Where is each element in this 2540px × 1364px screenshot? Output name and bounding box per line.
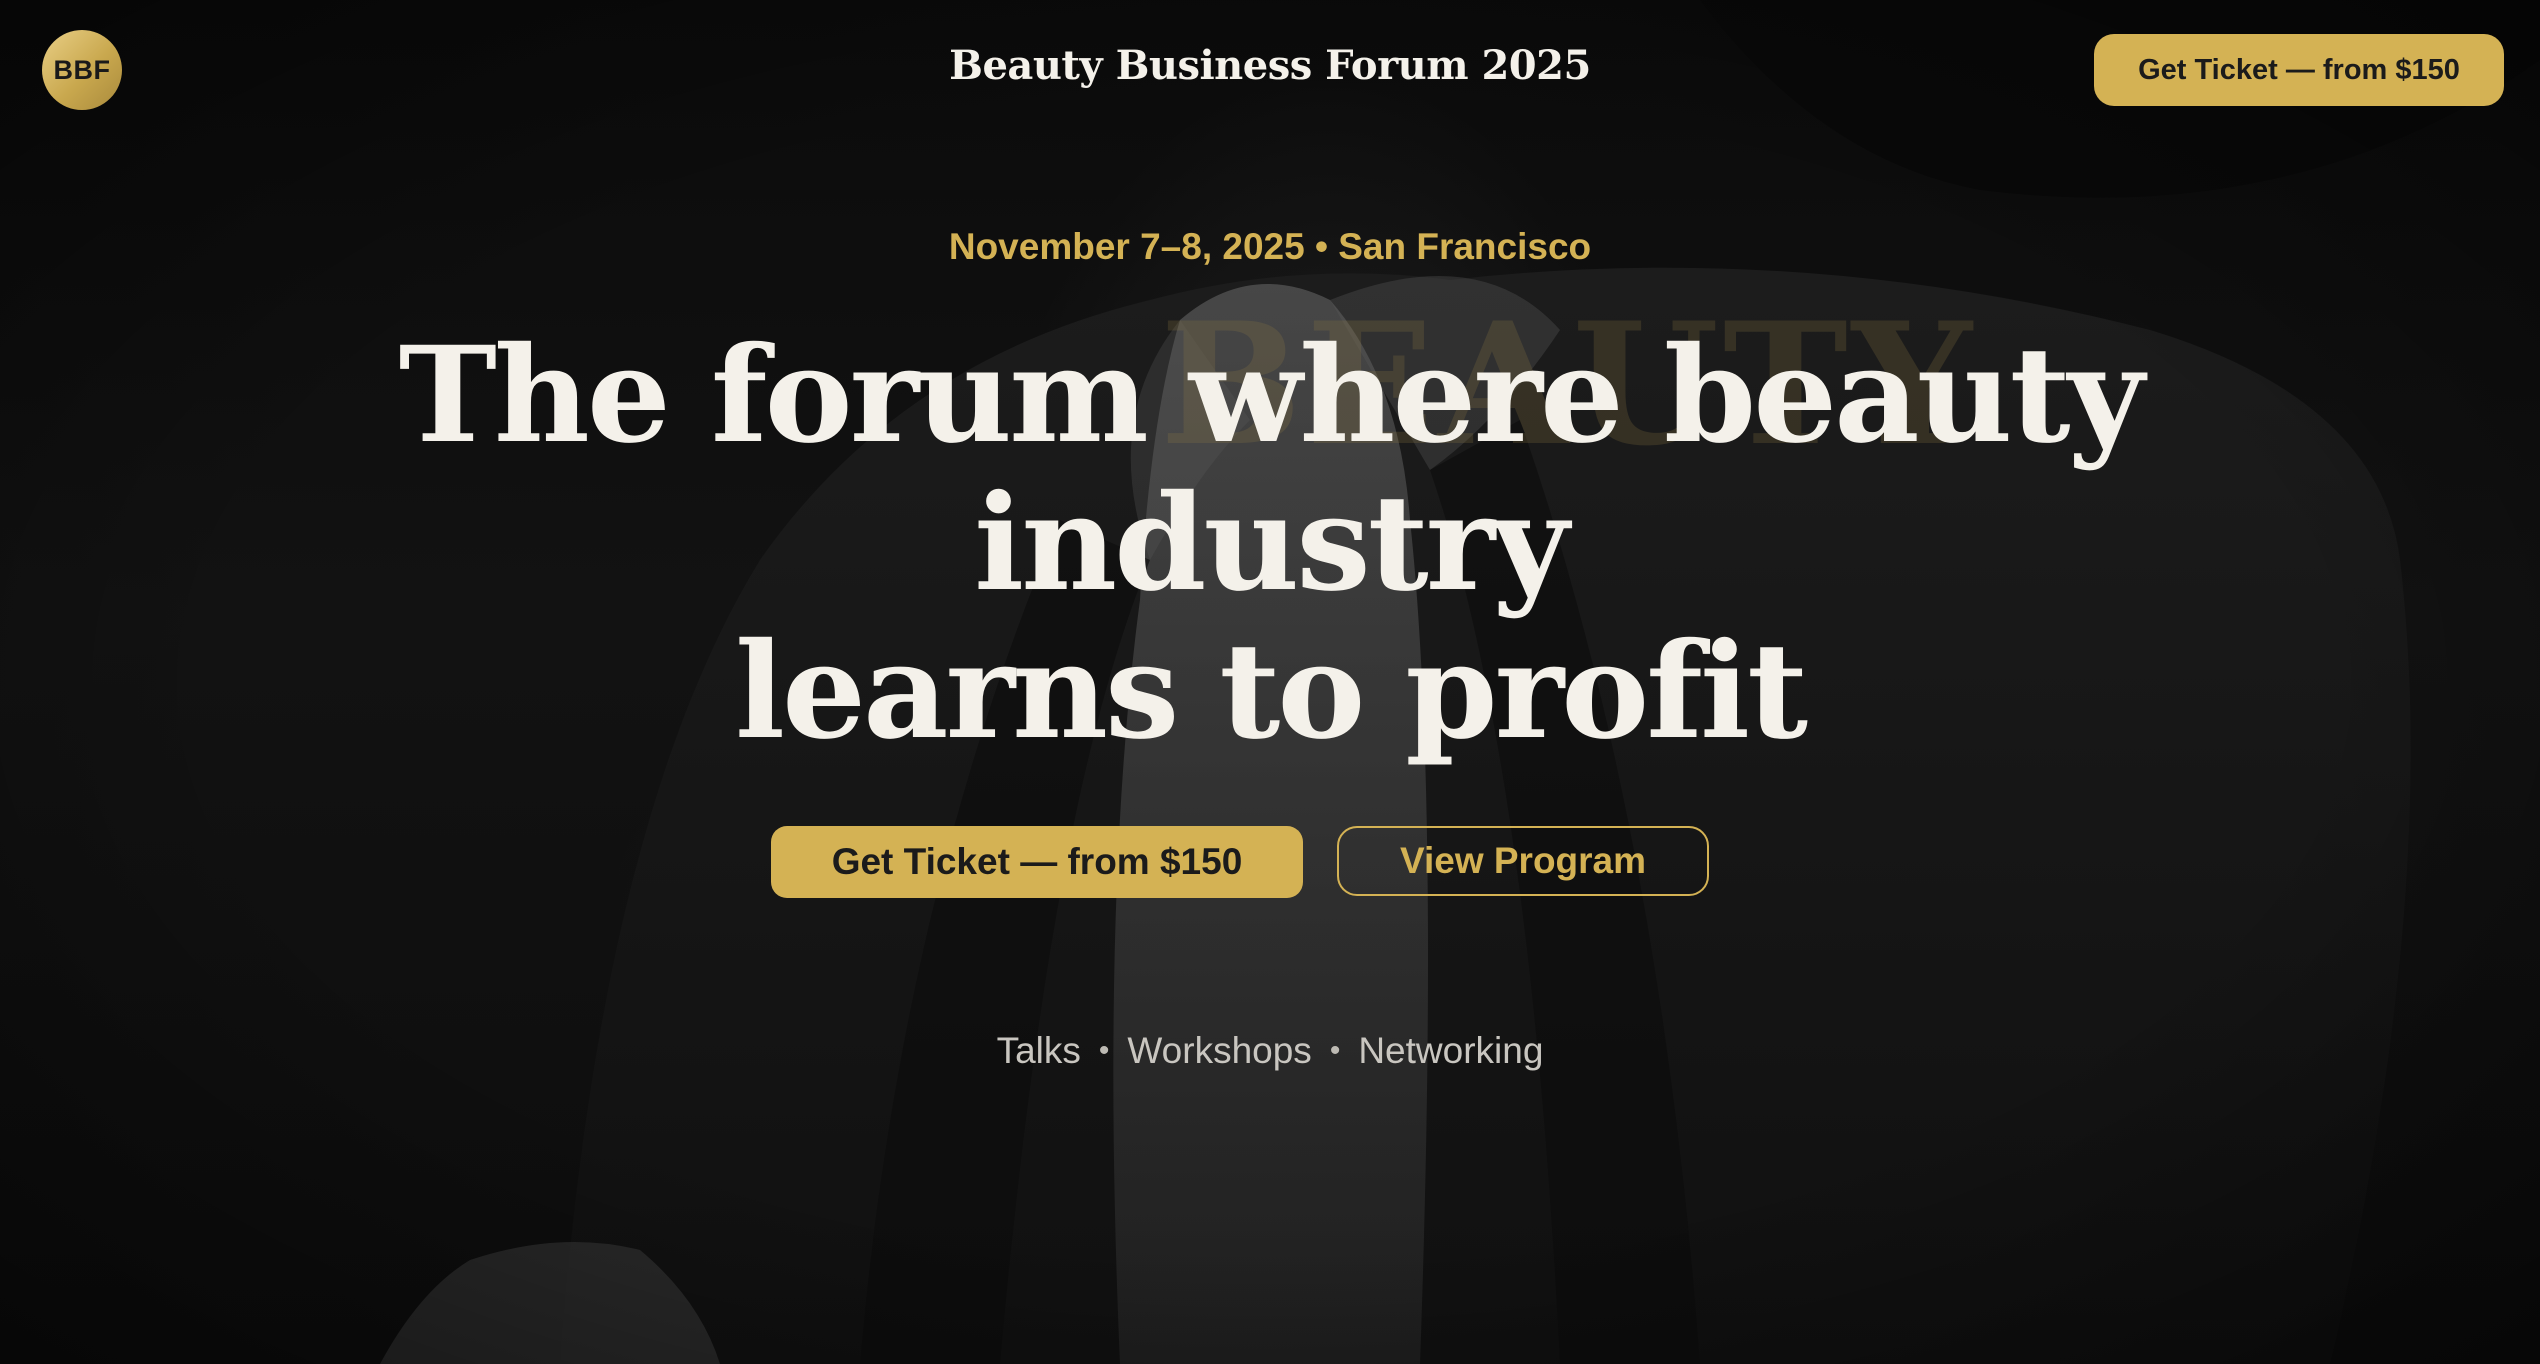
hero-page: BBF Beauty Business Forum 2025 Get Ticke… — [0, 0, 2540, 1364]
feature-separator: • — [1329, 1034, 1341, 1067]
headline-line-2: industry — [974, 466, 1569, 621]
hero-get-ticket-button[interactable]: Get Ticket — from $150 — [771, 826, 1303, 898]
header-get-ticket-button[interactable]: Get Ticket — from $150 — [2094, 34, 2504, 106]
view-program-button[interactable]: View Program — [1337, 826, 1709, 896]
feature-workshops: Workshops — [1127, 1030, 1312, 1071]
hero-cta-row: Get Ticket — from $150 View Program — [0, 826, 2540, 898]
headline-line-3: learns to profit — [734, 614, 1808, 769]
feature-networking: Networking — [1358, 1030, 1544, 1071]
hero-headline: The forum where beauty industry learns t… — [0, 322, 2540, 766]
feature-separator: • — [1098, 1034, 1110, 1067]
event-date-location: November 7–8, 2025 • San Francisco — [948, 226, 1592, 267]
headline-line-1: The forum where beauty — [398, 318, 2145, 473]
feature-talks: Talks — [996, 1030, 1081, 1071]
feature-list: Talks • Workshops • Networking — [0, 1030, 2540, 1072]
